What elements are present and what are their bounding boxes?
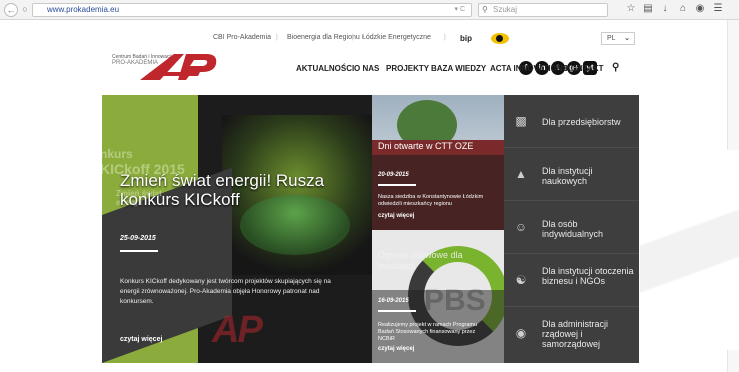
topmenu-bioenergia[interactable]: Bioenergia dla Regionu [287, 34, 360, 41]
url-text: www.prokademia.eu [47, 5, 120, 14]
news-card-fuel-cells[interactable]: PBS Ogniwa paliwowe dla innowacji 16-09-… [372, 230, 504, 363]
nav-aktualnosci[interactable]: AKTUALNOŚCI [296, 64, 354, 73]
card-title[interactable]: Ogniwa paliwowe dla innowacji [378, 250, 478, 272]
addon-icon[interactable]: ◉ [694, 3, 706, 15]
address-bar[interactable]: www.prokademia.eu ▾ C [32, 3, 472, 17]
hero-ghost-text: nkurs [102, 147, 133, 161]
card-description: Nasza siedziba w Konstantynowie Łódzkim … [378, 194, 484, 207]
audience-item-ngos[interactable]: ☯ Dla instytucji otoczenia biznesu i NGO… [504, 254, 639, 307]
nav-projekty[interactable]: PROJEKTY [386, 64, 429, 73]
audience-item-individuals[interactable]: ☺ Dla osób indywidualnych [504, 201, 639, 254]
hero-slide[interactable]: nkurs KICkoff 2015 Zmień świat energii Z… [102, 95, 372, 363]
browser-search-input[interactable]: ⚲ Szukaj [478, 3, 608, 17]
nav-kontakt[interactable]: KONTAKT [565, 64, 604, 73]
chart-bars-icon: ▩ [515, 114, 527, 128]
globe-icon: ○ [22, 4, 28, 14]
logo-mark[interactable] [140, 52, 220, 82]
reload-icon[interactable]: ▾ C [454, 4, 465, 16]
card-description: Realizujemy projekt w ramach Programu Ba… [378, 322, 478, 342]
card-read-more[interactable]: czytaj więcej [378, 213, 414, 219]
divider [378, 184, 416, 186]
chevron-down-icon: ⌄ [624, 35, 630, 42]
audience-label: Dla instytucji naukowych [542, 166, 593, 186]
audience-label: Dla instytucji otoczenia biznesu i NGOs [542, 266, 634, 286]
hero-description: Konkurs KICkoff dedykowany jest twórcom … [120, 278, 331, 305]
audience-label: Dla przedsiębiorstw [542, 117, 621, 127]
divider: | [352, 34, 354, 41]
nav-baza-wiedzy[interactable]: BAZA WIEDZY [431, 64, 486, 73]
audience-item-businesses[interactable]: ▩ Dla przedsiębiorstw [504, 95, 639, 148]
background-decoration [640, 150, 739, 350]
card-date: 20-09-2015 [378, 172, 409, 178]
search-icon[interactable]: ⚲ [612, 62, 619, 73]
search-placeholder: Szukaj [493, 5, 518, 14]
audience-label: Dla administracji rządowej i samorządowe… [542, 319, 609, 349]
audience-label: Dla osób indywidualnych [542, 219, 604, 239]
nav-o-nas[interactable]: O NAS [354, 64, 379, 73]
menu-icon[interactable]: ☰ [712, 3, 724, 15]
divider [378, 310, 416, 312]
divider: | [444, 34, 446, 41]
back-icon[interactable]: ← [4, 3, 18, 17]
news-card-open-days[interactable]: Dni otwarte w CTT OZE 20-09-2015 Nasza s… [372, 95, 504, 230]
graduation-cap-icon: ▲ [515, 167, 527, 181]
audience-menu: ▩ Dla przedsiębiorstw ▲ Dla instytucji n… [504, 95, 639, 363]
eye-contrast-icon[interactable] [491, 33, 509, 44]
divider: | [276, 34, 278, 41]
hero-watermark-logo: AP [212, 309, 263, 351]
card-date: 16-09-2015 [378, 298, 409, 304]
language-value: PL [607, 35, 616, 42]
bookmark-star-icon[interactable]: ☆ [625, 3, 637, 15]
language-select[interactable]: PL ⌄ [601, 32, 635, 45]
card-title[interactable]: Dni otwarte w CTT OZE [378, 141, 498, 152]
hero-title[interactable]: Zmień świat energii! Rusza konkurs KICko… [120, 171, 360, 209]
bip-link[interactable]: bip [460, 34, 472, 43]
search-icon: ⚲ [482, 5, 488, 14]
person-icon: ☺ [514, 220, 528, 234]
reading-list-icon[interactable]: ▤ [642, 3, 654, 15]
topmenu-lodzkie[interactable]: Łódzkie Energetyczne [362, 34, 431, 41]
nav-acta-innovations[interactable]: ACTA INNOVATIONS [490, 64, 568, 73]
handshake-icon: ☯ [515, 273, 527, 287]
audience-item-administration[interactable]: ◉ Dla administracji rządowej i samorządo… [504, 307, 639, 363]
home-icon[interactable]: ⌂ [677, 3, 689, 15]
divider [120, 250, 158, 252]
hero-read-more[interactable]: czytaj więcej [120, 336, 162, 343]
audience-item-science[interactable]: ▲ Dla instytucji naukowych [504, 148, 639, 201]
card-read-more[interactable]: czytaj więcej [378, 346, 414, 352]
browser-toolbar: ← ○ www.prokademia.eu ▾ C ⚲ Szukaj ☆ ▤ ↓… [0, 0, 739, 20]
download-icon[interactable]: ↓ [659, 3, 671, 15]
hero-date: 25-09-2015 [120, 235, 156, 242]
topmenu-cbi[interactable]: CBI Pro-Akademia [213, 34, 271, 41]
coins-icon: ◉ [515, 326, 527, 340]
